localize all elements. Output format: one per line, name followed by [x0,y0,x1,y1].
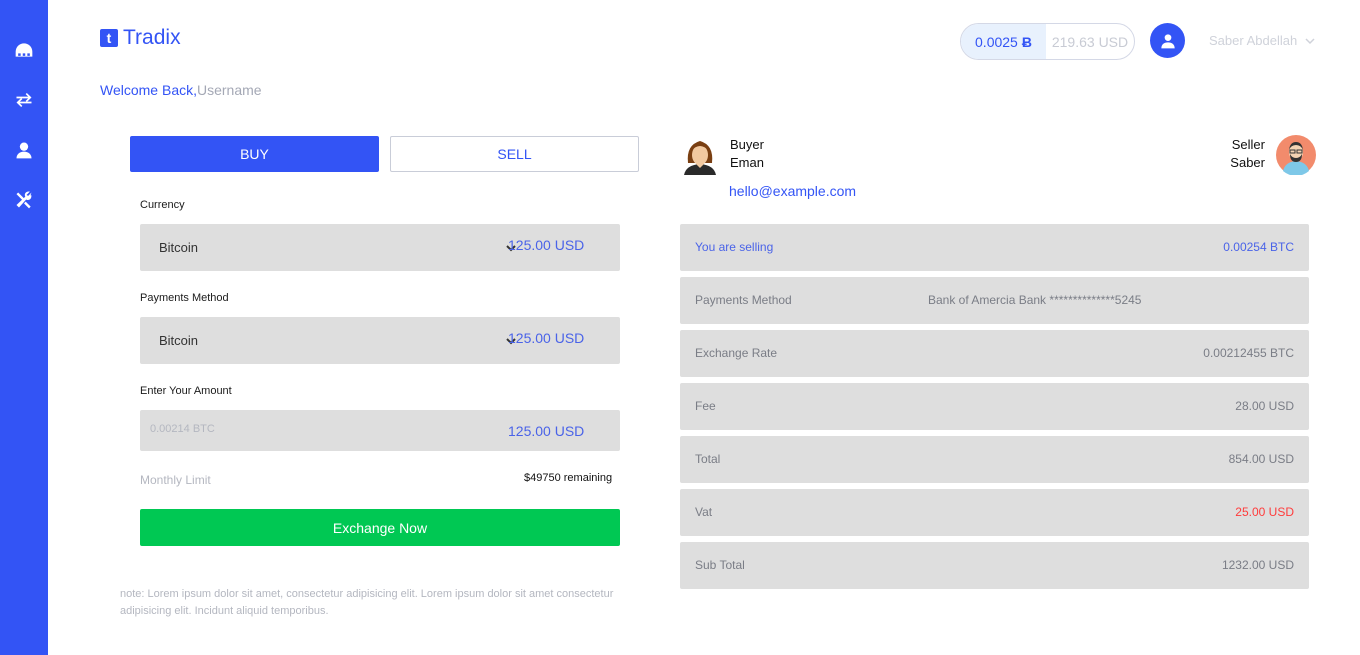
buyer-role: Buyer [730,137,764,152]
amount-usd: 125.00 USD [508,423,585,439]
currency-label: Currency [140,199,185,211]
buyer-name: Eman [730,155,764,170]
fee-value: 28.00 USD [1235,399,1294,413]
user-name: Saber Abdellah [1209,33,1298,48]
currency-select[interactable]: Bitcoin [159,240,198,255]
balance-btc: 0.0025 Ƀ [961,24,1046,59]
summary-row-vat: Vat 25.00 USD [680,489,1309,536]
payment-select[interactable]: Bitcoin [159,333,198,348]
exchange-icon[interactable] [12,88,36,112]
payment-method-value: Bank of Amercia Bank **************5245 [928,293,1142,307]
dashboard-icon[interactable] [12,38,36,62]
selling-label: You are selling [695,240,774,254]
brand-name: Tradix [123,26,181,49]
logo-icon: t [100,29,118,47]
tab-sell[interactable]: SELL [390,136,639,172]
amount-input[interactable]: 0.00214 BTC 125.00 USD [140,410,620,451]
brand-logo[interactable]: t Tradix [100,26,181,50]
avatar[interactable] [1150,23,1185,58]
amount-label: Enter Your Amount [140,385,232,397]
user-menu[interactable]: Saber Abdellah [1209,33,1315,48]
sidebar [0,0,48,655]
total-label: Total [695,452,721,466]
exchange-now-button[interactable]: Exchange Now [140,509,620,546]
monthly-limit-label: Monthly Limit [140,473,211,487]
selling-value: 0.00254 BTC [1223,240,1294,254]
payment-usd: 125.00 USD [508,330,585,346]
bitcoin-icon: Ƀ [1021,33,1032,50]
buyer-email-link[interactable]: hello@example.com [729,183,856,199]
amount-placeholder: 0.00214 BTC [150,423,215,435]
summary-row-fee: Fee 28.00 USD [680,383,1309,430]
chevron-down-icon [1305,37,1315,44]
vat-value: 25.00 USD [1235,505,1294,519]
total-value: 854.00 USD [1228,452,1294,466]
subtotal-value: 1232.00 USD [1221,558,1294,572]
welcome-text: Welcome Back,Username [100,82,262,98]
seller-avatar [1276,135,1316,175]
exchange-rate-value: 0.00212455 BTC [1203,346,1294,360]
balance-pill[interactable]: 0.0025 Ƀ 219.63 USD [960,23,1135,60]
buyer-avatar [684,141,716,175]
seller-role: Seller [1231,137,1265,152]
currency-field[interactable]: Bitcoin 125.00 USD [140,224,620,271]
summary-row-payment: Payments Method Bank of Amercia Bank ***… [680,277,1309,324]
summary-row-total: Total 854.00 USD [680,436,1309,483]
subtotal-label: Sub Total [695,558,745,572]
vat-label: Vat [695,505,713,519]
tools-icon[interactable] [12,188,36,212]
user-icon[interactable] [12,138,36,162]
fee-label: Fee [695,399,716,413]
tab-buy[interactable]: BUY [130,136,379,172]
exchange-rate-label: Exchange Rate [695,346,778,360]
welcome-username: Username [197,82,262,98]
user-icon [1160,33,1175,48]
summary-row-rate: Exchange Rate 0.00212455 BTC [680,330,1309,377]
welcome-label: Welcome Back, [100,82,197,98]
payment-method-label: Payments Method [695,293,792,307]
currency-usd: 125.00 USD [508,237,585,253]
seller-name: Saber [1230,155,1265,170]
summary-row-selling: You are selling 0.00254 BTC [680,224,1309,271]
remaining-amount: $49750 remaining [524,472,613,484]
note-text: note: Lorem ipsum dolor sit amet, consec… [120,588,614,617]
balance-usd: 219.63 USD [1051,33,1129,50]
payment-field[interactable]: Bitcoin 125.00 USD [140,317,620,364]
balance-btc-value: 0.0025 [975,33,1018,50]
payment-label: Payments Method [140,292,229,304]
summary-row-subtotal: Sub Total 1232.00 USD [680,542,1309,589]
